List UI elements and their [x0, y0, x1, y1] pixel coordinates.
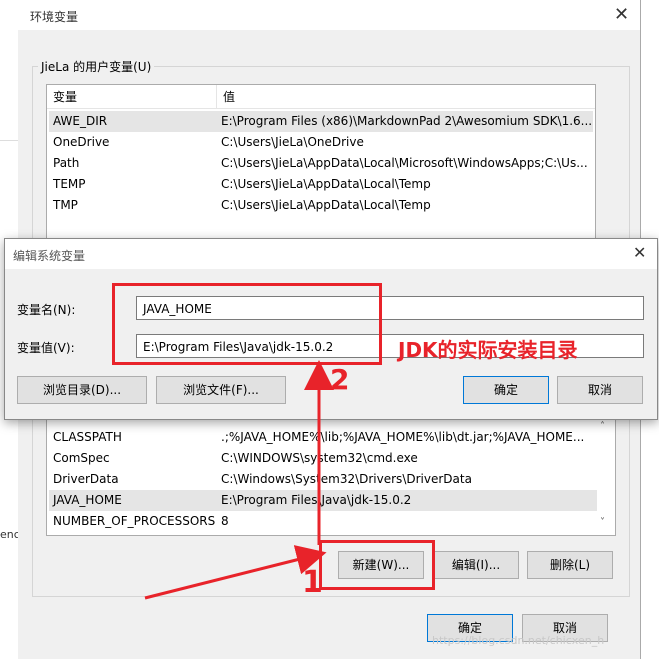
watermark: https://blog.csdn.net/chicxen_h — [432, 634, 605, 647]
annotation-arrows — [144, 360, 334, 600]
arrow-to-new-button — [144, 545, 327, 600]
